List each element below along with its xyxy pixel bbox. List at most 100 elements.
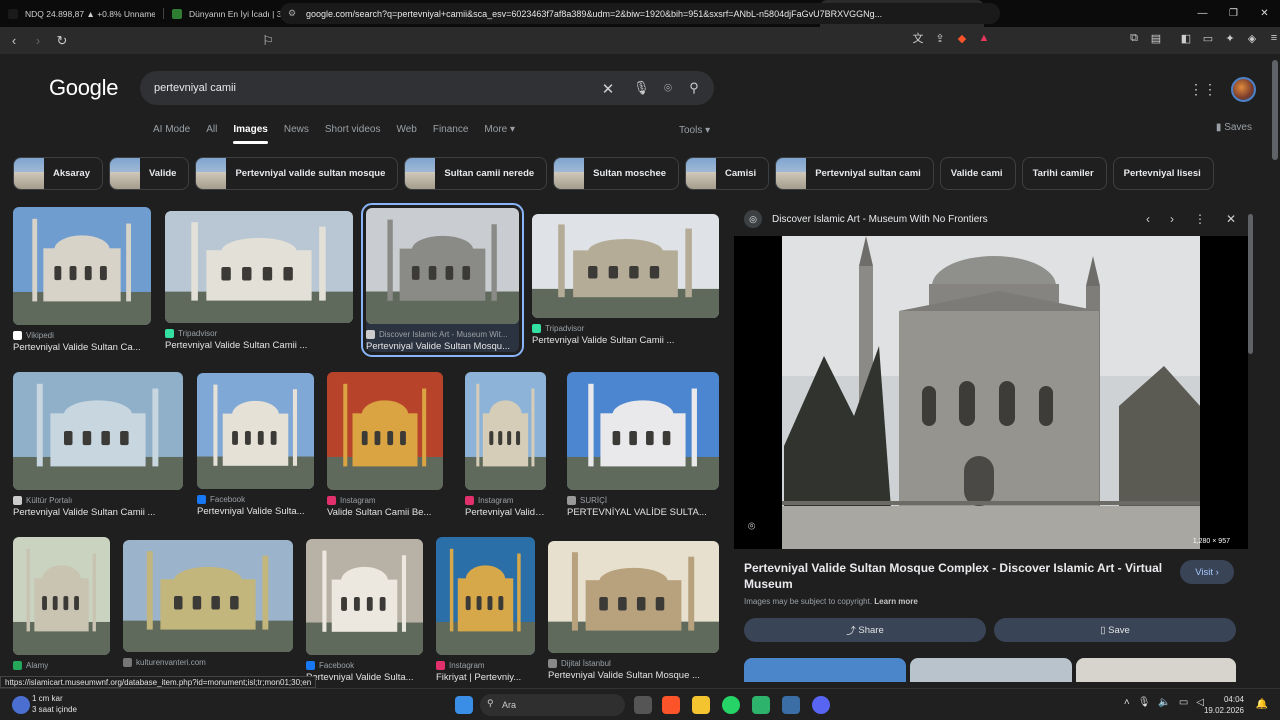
panel-source[interactable]: ◎ Discover Islamic Art - Museum With No …: [744, 210, 988, 228]
minimize-icon[interactable]: —: [1187, 0, 1218, 27]
tab-finance[interactable]: Finance: [433, 124, 469, 135]
close-icon[interactable]: ✕: [1226, 212, 1236, 226]
panel-caption[interactable]: Pertevniyal Valide Sultan Mosque Complex…: [744, 560, 1164, 592]
browser-tab[interactable]: NDQ 24.898,87 ▲ +0.8% Unnamed: [0, 0, 164, 27]
saves-button[interactable]: ▮ Saves: [1216, 122, 1252, 133]
related-search-chip[interactable]: Aksaray: [13, 157, 103, 190]
task-view-icon[interactable]: [634, 696, 652, 714]
google-logo[interactable]: Google: [49, 75, 118, 101]
result-title[interactable]: Pertevniyal Valide Sultan Mosque ...: [548, 670, 719, 681]
wallet-icon[interactable]: ▭: [1200, 30, 1216, 46]
result-title[interactable]: Pertevniyal Valide Sultan Camii ...: [532, 335, 719, 346]
save-button[interactable]: ▯ Save: [994, 618, 1236, 642]
result-title[interactable]: Pertevniyal Valide ...: [465, 507, 546, 518]
file-explorer-icon[interactable]: [692, 696, 710, 714]
tab-more[interactable]: More ▾: [484, 124, 515, 135]
notifications-icon[interactable]: 🔔: [1256, 699, 1268, 710]
result-thumbnail[interactable]: [465, 372, 546, 490]
search-box[interactable]: pertevniyal camii ✕ 🎙 ⌾ ⚲: [140, 71, 714, 105]
result-thumbnail[interactable]: [306, 539, 423, 655]
reader-icon[interactable]: ▤: [1148, 30, 1164, 46]
share-icon[interactable]: ⇪: [932, 30, 948, 46]
image-result[interactable]: Facebook Pertevniyal Valide Sulta...: [306, 539, 423, 683]
related-thumb[interactable]: [910, 658, 1072, 682]
previous-icon[interactable]: ‹: [1146, 212, 1150, 226]
back-icon[interactable]: ‹: [4, 31, 24, 51]
result-thumbnail[interactable]: [567, 372, 719, 490]
tab-ai-mode[interactable]: AI Mode: [153, 124, 190, 135]
discord-icon[interactable]: [812, 696, 830, 714]
result-thumbnail[interactable]: [197, 373, 314, 489]
result-thumbnail[interactable]: [13, 537, 110, 655]
lens-icon[interactable]: ⌾: [660, 80, 676, 96]
close-window-icon[interactable]: ✕: [1249, 0, 1280, 27]
translate-icon[interactable]: 文: [910, 30, 926, 46]
brave-shields-icon[interactable]: ◆: [954, 30, 970, 46]
tab-news[interactable]: News: [284, 124, 309, 135]
forward-icon[interactable]: ›: [28, 31, 48, 51]
tab-short-videos[interactable]: Short videos: [325, 124, 381, 135]
result-title[interactable]: Fikriyat | Pertevniy...: [436, 672, 535, 683]
related-thumb[interactable]: [744, 658, 906, 682]
related-search-chip[interactable]: Sultan moschee: [553, 157, 680, 190]
image-result[interactable]: Tripadvisor Pertevniyal Valide Sultan Cam…: [165, 211, 353, 351]
weather-icon[interactable]: [12, 696, 30, 714]
result-thumbnail[interactable]: [13, 207, 151, 325]
weather-widget[interactable]: 1 cm kar 3 saat içinde: [32, 693, 77, 715]
sidebar-icon[interactable]: ◧: [1178, 30, 1194, 46]
image-result[interactable]: Facebook Pertevniyal Valide Sulta...: [197, 373, 314, 517]
image-result[interactable]: Tripadvisor Pertevniyal Valide Sultan Cam…: [532, 214, 719, 346]
lens-icon[interactable]: ⌾: [748, 519, 764, 535]
result-thumbnail[interactable]: [123, 540, 293, 652]
related-search-chip[interactable]: Valide: [108, 157, 190, 190]
image-result[interactable]: kulturenvanteri.com: [123, 540, 293, 667]
image-result[interactable]: Instagram Pertevniyal Valide ...: [465, 372, 546, 518]
next-icon[interactable]: ›: [1170, 212, 1174, 226]
tab-web[interactable]: Web: [396, 124, 416, 135]
whatsapp-icon[interactable]: [722, 696, 740, 714]
related-search-chip[interactable]: Camisi: [685, 157, 770, 190]
url-field[interactable]: ⚙ google.com/search?q=pertevniyal+camii&…: [280, 3, 1000, 24]
related-search-chip[interactable]: Pertevniyal lisesi: [1112, 157, 1214, 190]
related-search-chip[interactable]: Valide cami: [939, 157, 1016, 190]
volume-icon[interactable]: ◁: [1196, 697, 1204, 708]
start-icon[interactable]: [455, 696, 473, 714]
preview-image[interactable]: ⌾ 1,280 × 957: [734, 236, 1248, 549]
tab-all[interactable]: All: [206, 124, 217, 135]
result-title[interactable]: Pertevniyal Valide Sultan Mosqu...: [366, 341, 519, 352]
result-title[interactable]: PERTEVNİYAL VALİDE SULTA...: [567, 507, 719, 518]
clear-icon[interactable]: ✕: [600, 80, 616, 98]
visit-button[interactable]: Visit ›: [1180, 560, 1234, 584]
image-result[interactable]: Vikipedi Pertevniyal Valide Sultan Ca...: [13, 207, 151, 353]
tab-images[interactable]: Images: [233, 124, 269, 144]
search-icon[interactable]: ⚲: [686, 80, 702, 96]
clock[interactable]: 04:04 19.02.2026: [1204, 694, 1244, 716]
avatar[interactable]: [1231, 77, 1256, 102]
learn-more-link[interactable]: Learn more: [874, 597, 918, 606]
tools-button[interactable]: Tools ▾: [679, 125, 710, 136]
related-search-chip[interactable]: Pertevniyal valide sultan mosque: [195, 157, 399, 190]
leo-icon[interactable]: ✦: [1222, 30, 1238, 46]
result-thumbnail[interactable]: [548, 541, 719, 653]
related-thumb[interactable]: [1076, 658, 1236, 682]
chevron-up-icon[interactable]: ˄: [1124, 697, 1130, 708]
result-title[interactable]: Valide Sultan Camii Be...: [327, 507, 443, 518]
panel-scrollbar[interactable]: [1248, 214, 1253, 354]
app-icon[interactable]: [752, 696, 770, 714]
result-thumbnail[interactable]: [327, 372, 443, 490]
bookmark-icon[interactable]: ⚐: [258, 31, 278, 51]
result-title[interactable]: Pertevniyal Valide Sultan Ca...: [13, 342, 151, 353]
result-thumbnail[interactable]: [436, 537, 535, 655]
image-result[interactable]: SURİÇİ PERTEVNİYAL VALİDE SULTA...: [567, 372, 719, 518]
image-result[interactable]: Alamy: [13, 537, 110, 670]
result-thumbnail[interactable]: [532, 214, 719, 318]
result-thumbnail[interactable]: [366, 208, 519, 324]
reload-icon[interactable]: ↻: [52, 31, 72, 51]
microphone-icon[interactable]: 🎙: [1138, 697, 1151, 708]
speaker-icon[interactable]: 🔈: [1158, 697, 1170, 708]
menu-icon[interactable]: ≡: [1266, 30, 1280, 46]
related-search-chip[interactable]: Pertevniyal sultan cami: [775, 157, 934, 190]
image-result[interactable]: Discover Islamic Art - Museum Wit... Pert…: [361, 203, 524, 357]
extensions-icon[interactable]: ⧉: [1126, 30, 1142, 46]
result-title[interactable]: Pertevniyal Valide Sultan Camii ...: [165, 340, 353, 351]
